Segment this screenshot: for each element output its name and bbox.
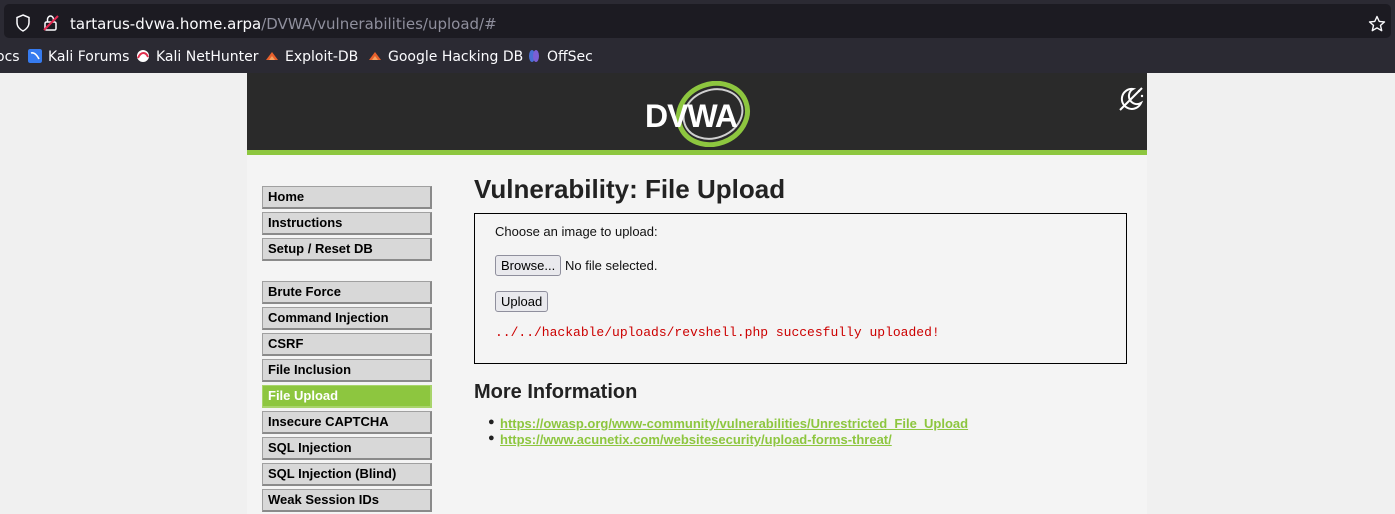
bookmark-label: Kali NetHunter (156, 49, 259, 65)
browser-toolbar: tartarus-dvwa.home.arpa/DVWA/vulnerabili… (0, 0, 1395, 42)
bookmark-label: ocs (0, 49, 20, 65)
page-title: Vulnerability: File Upload (474, 174, 786, 204)
menu-item-csrf[interactable]: CSRF (262, 333, 432, 356)
bookmark-kali-nethunter[interactable]: Kali NetHunter (136, 49, 258, 65)
kali-forums-icon (28, 49, 42, 63)
menu-item-command-injection[interactable]: Command Injection (262, 307, 432, 330)
bookmarks-toolbar: ocs Kali Forums Kali NetHunter Exploit-D… (0, 42, 1395, 73)
bookmark-ghdb[interactable]: Google Hacking DB (368, 49, 523, 65)
kali-nethunter-icon (137, 50, 149, 62)
logo-text: DVWA (645, 98, 738, 134)
url-path: /DVWA/vulnerabilities/upload/# (261, 15, 497, 33)
bullet-icon: ● (488, 416, 495, 428)
bookmark-label: OffSec (547, 49, 593, 65)
offsec-icon (529, 50, 539, 62)
menu-item-setup-reset-db[interactable]: Setup / Reset DB (262, 238, 432, 261)
menu-item-brute-force[interactable]: Brute Force (262, 281, 432, 304)
list-item: ● https://owasp.org/www-community/vulner… (488, 416, 968, 431)
url-host: tartarus-dvwa.home.arpa (70, 15, 262, 33)
bookmark-exploit-db[interactable]: Exploit-DB (265, 49, 358, 65)
list-item: ● https://www.acunetix.com/websitesecuri… (488, 432, 892, 447)
browse-button[interactable]: Browse... (495, 255, 562, 276)
more-information-heading: More Information (474, 381, 638, 403)
theme-toggle-icon[interactable] (1117, 85, 1145, 113)
upload-label: Choose an image to upload: (495, 224, 658, 239)
menu-item-insecure-captcha[interactable]: Insecure CAPTCHA (262, 411, 432, 434)
exploit-db-icon (266, 52, 278, 60)
url-field[interactable]: tartarus-dvwa.home.arpa/DVWA/vulnerabili… (4, 4, 1391, 38)
url-text[interactable]: tartarus-dvwa.home.arpa/DVWA/vulnerabili… (70, 15, 497, 33)
menu-item-sql-injection-blind[interactable]: SQL Injection (Blind) (262, 463, 432, 486)
menu-item-sql-injection[interactable]: SQL Injection (262, 437, 432, 460)
bookmark-label: Exploit-DB (285, 49, 359, 65)
menu-item-file-inclusion[interactable]: File Inclusion (262, 359, 432, 382)
file-status-text: No file selected. (565, 258, 658, 273)
ghdb-icon (369, 52, 381, 60)
dvwa-page: DVWA Home Instructions Setup / Reset DB Bru… (247, 73, 1147, 514)
upload-result-message: ../../hackable/uploads/revshell.php succ… (495, 325, 940, 340)
dvwa-header: DVWA (247, 73, 1147, 155)
menu-item-file-upload[interactable]: File Upload (262, 385, 432, 408)
bookmark-label: Kali Forums (48, 49, 130, 65)
insecure-lock-icon[interactable] (42, 14, 60, 32)
bookmark-star-icon[interactable] (1368, 15, 1386, 33)
bookmark-label: Google Hacking DB (388, 49, 524, 65)
bookmark-offsec[interactable]: OffSec (527, 49, 593, 65)
owasp-link[interactable]: https://owasp.org/www-community/vulnerab… (500, 416, 968, 431)
upload-button[interactable]: Upload (495, 291, 549, 312)
bullet-icon: ● (488, 432, 495, 444)
menu-item-home[interactable]: Home (262, 186, 432, 209)
shield-icon[interactable] (15, 14, 31, 32)
menu-item-instructions[interactable]: Instructions (262, 212, 432, 235)
bookmark-kali-forums[interactable]: Kali Forums (28, 49, 129, 65)
dvwa-logo: DVWA (643, 81, 753, 147)
menu-item-weak-session-ids[interactable]: Weak Session IDs (262, 489, 432, 512)
upload-form: Choose an image to upload: Browse... No … (474, 213, 1127, 364)
acunetix-link[interactable]: https://www.acunetix.com/websitesecurity… (500, 432, 892, 447)
bookmark-docs[interactable]: ocs (0, 49, 20, 65)
